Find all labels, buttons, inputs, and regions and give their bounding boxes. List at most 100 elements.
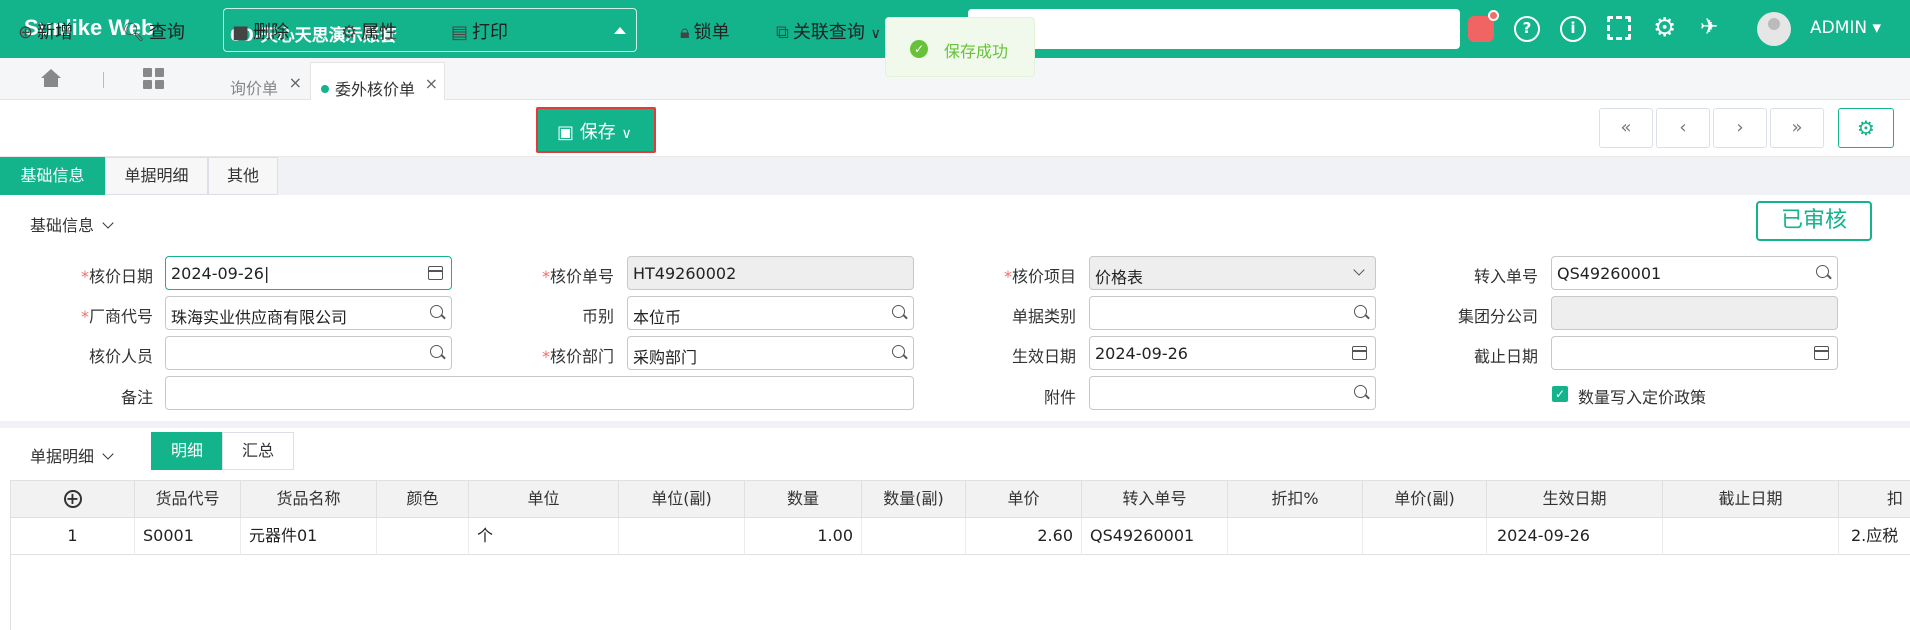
staff-field[interactable] bbox=[165, 336, 452, 370]
transfer-no-label: 转入单号 bbox=[1473, 267, 1538, 286]
apps-grid-icon[interactable] bbox=[143, 68, 165, 90]
transfer-no-field[interactable]: QS49260001 bbox=[1551, 256, 1838, 290]
divider bbox=[103, 72, 104, 88]
table-cell[interactable]: 2024-09-26 bbox=[1487, 518, 1663, 555]
new-button[interactable]: ⊕ 新增 bbox=[18, 18, 73, 44]
branch-field[interactable] bbox=[1551, 296, 1838, 330]
col-header[interactable]: 转入单号 bbox=[1082, 481, 1228, 518]
plus-circle-icon: ⊕ bbox=[18, 22, 34, 43]
table-cell[interactable]: 1.00 bbox=[745, 518, 862, 555]
detail-toggle[interactable]: 单据明细 bbox=[30, 443, 114, 467]
home-icon[interactable] bbox=[40, 68, 62, 88]
table-cell[interactable]: 2.60 bbox=[966, 518, 1082, 555]
col-header[interactable]: 单位 bbox=[469, 481, 619, 518]
search-icon[interactable] bbox=[430, 305, 443, 318]
col-header[interactable]: 单位(副) bbox=[619, 481, 745, 518]
broom-icon[interactable]: ✈ bbox=[1700, 16, 1726, 42]
search-icon[interactable] bbox=[1354, 305, 1367, 318]
col-header[interactable]: 截止日期 bbox=[1663, 481, 1839, 518]
col-header[interactable]: 货品代号 bbox=[135, 481, 241, 518]
price-no-field[interactable]: HT49260002 bbox=[627, 256, 914, 290]
col-header[interactable]: 数量 bbox=[745, 481, 862, 518]
basic-info-toggle[interactable]: 基础信息 bbox=[30, 212, 114, 236]
attach-field[interactable] bbox=[1089, 376, 1376, 410]
col-header[interactable]: 数量(副) bbox=[862, 481, 966, 518]
gear-icon: ⚙ bbox=[341, 22, 358, 43]
search-icon[interactable] bbox=[892, 345, 905, 358]
search-icon[interactable] bbox=[1354, 385, 1367, 398]
col-header[interactable]: 颜色 bbox=[377, 481, 469, 518]
vendor-field[interactable]: 珠海实业供应商有限公司 bbox=[165, 296, 452, 330]
next-record-button[interactable]: › bbox=[1713, 108, 1767, 148]
eff-date-field[interactable]: 2024-09-26 bbox=[1089, 336, 1376, 370]
table-cell[interactable]: 1 bbox=[11, 518, 135, 555]
table-cell[interactable]: 个 bbox=[469, 518, 619, 555]
save-button[interactable]: ▣ 保存 ∨ bbox=[536, 107, 656, 153]
plus-circle-icon[interactable]: + bbox=[63, 490, 82, 508]
gift-icon[interactable] bbox=[1468, 10, 1499, 42]
add-row-header[interactable]: + bbox=[11, 481, 135, 518]
col-header[interactable]: 扣 bbox=[1839, 481, 1910, 518]
table-cell[interactable] bbox=[1663, 518, 1839, 555]
table-cell[interactable]: 2.应税 bbox=[1839, 518, 1910, 555]
tab-doc-detail[interactable]: 单据明细 bbox=[105, 157, 208, 195]
avatar[interactable] bbox=[1757, 12, 1791, 46]
table-cell[interactable] bbox=[1363, 518, 1487, 555]
staff-label: 核价人员 bbox=[88, 347, 153, 366]
doc-type-field[interactable] bbox=[1089, 296, 1376, 330]
print-button[interactable]: ▤ 打印 bbox=[451, 18, 508, 44]
text-cursor: | bbox=[263, 264, 270, 283]
table-cell[interactable]: S0001 bbox=[135, 518, 241, 555]
search-icon[interactable] bbox=[430, 345, 443, 358]
table-cell[interactable] bbox=[377, 518, 469, 555]
table-cell[interactable]: QS49260001 bbox=[1082, 518, 1228, 555]
dept-label: *核价部门 bbox=[541, 347, 614, 366]
properties-button[interactable]: ⚙ 属性 bbox=[341, 18, 397, 44]
tab-other[interactable]: 其他 bbox=[208, 157, 278, 195]
col-header[interactable]: 单价(副) bbox=[1363, 481, 1487, 518]
vendor-label: *厂商代号 bbox=[80, 307, 153, 326]
table-cell[interactable]: 元器件01 bbox=[241, 518, 377, 555]
user-menu[interactable]: ADMIN ▾ bbox=[1810, 18, 1881, 38]
lock-button[interactable]: 🔒︎ 锁单 bbox=[680, 18, 730, 44]
calendar-icon[interactable] bbox=[428, 266, 443, 280]
currency-field[interactable]: 本位币 bbox=[627, 296, 914, 330]
tab-outsource-pricing[interactable]: 委外核价单 × bbox=[310, 62, 445, 100]
col-header[interactable]: 折扣% bbox=[1228, 481, 1363, 518]
calendar-icon[interactable] bbox=[1814, 346, 1829, 360]
col-header[interactable]: 生效日期 bbox=[1487, 481, 1663, 518]
col-header[interactable]: 单价 bbox=[966, 481, 1082, 518]
search-icon[interactable] bbox=[1816, 265, 1829, 278]
close-icon[interactable]: × bbox=[289, 73, 302, 92]
related-query-button[interactable]: ⧉ 关联查询 ∨ bbox=[776, 18, 881, 44]
settings-icon[interactable]: ⚙ bbox=[1653, 15, 1679, 42]
tab-basic-info[interactable]: 基础信息 bbox=[0, 157, 105, 195]
last-record-button[interactable]: » bbox=[1770, 108, 1824, 148]
tab-detail[interactable]: 明细 bbox=[151, 432, 223, 470]
col-header[interactable]: 货品名称 bbox=[241, 481, 377, 518]
table-cell[interactable] bbox=[862, 518, 966, 555]
table-cell[interactable] bbox=[619, 518, 745, 555]
price-item-select[interactable]: 价格表 bbox=[1089, 256, 1376, 290]
search-icon[interactable] bbox=[892, 305, 905, 318]
first-record-button[interactable]: « bbox=[1599, 108, 1653, 148]
close-icon[interactable]: × bbox=[425, 74, 438, 93]
help-icon[interactable]: ? bbox=[1514, 16, 1540, 42]
calendar-icon[interactable] bbox=[1352, 346, 1367, 360]
qty-policy-checkbox[interactable]: ✓ bbox=[1552, 386, 1568, 402]
dept-field[interactable]: 采购部门 bbox=[627, 336, 914, 370]
delete-button[interactable]: ■ 删除 bbox=[232, 18, 289, 44]
settings-button[interactable]: ⚙ bbox=[1838, 108, 1894, 148]
price-date-field[interactable]: 2024-09-26| bbox=[165, 256, 452, 290]
remark-field[interactable] bbox=[165, 376, 914, 410]
tab-summary[interactable]: 汇总 bbox=[222, 432, 294, 470]
end-date-field[interactable] bbox=[1551, 336, 1838, 370]
table-cell[interactable] bbox=[1228, 518, 1363, 555]
search-icon: 🔍︎ bbox=[122, 22, 145, 43]
tab-inquiry[interactable]: 询价单 × bbox=[220, 62, 308, 100]
global-search-input[interactable] bbox=[968, 9, 1460, 49]
prev-record-button[interactable]: ‹ bbox=[1656, 108, 1710, 148]
fullscreen-icon[interactable] bbox=[1607, 16, 1631, 40]
info-icon[interactable]: i bbox=[1560, 16, 1586, 42]
query-button[interactable]: 🔍︎ 查询 bbox=[122, 18, 185, 44]
